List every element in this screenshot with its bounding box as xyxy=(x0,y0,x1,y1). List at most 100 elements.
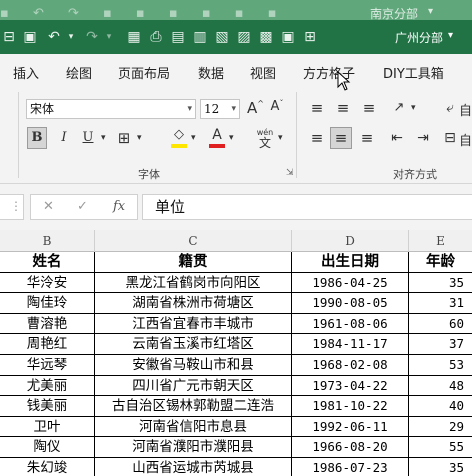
cell-origin[interactable]: 山西省运城市芮城县 xyxy=(95,458,292,476)
cell-age[interactable]: 35 xyxy=(409,458,472,476)
align-left-icon[interactable]: ≡ xyxy=(306,127,328,149)
column-header-d[interactable]: D xyxy=(292,230,409,252)
cell-name[interactable]: 朱幻竣 xyxy=(0,458,95,476)
cell-birthdate[interactable]: 1968-02-08 xyxy=(292,355,409,376)
font-color-dropdown-icon[interactable]: ▾ xyxy=(228,132,235,144)
italic-button[interactable]: I xyxy=(54,127,74,149)
decrease-indent-icon[interactable]: ⇤ xyxy=(386,127,408,149)
qat-table-icon[interactable]: ▦ xyxy=(126,28,142,46)
cell-name[interactable]: 卫叶 xyxy=(0,416,95,438)
font-color-button[interactable]: A xyxy=(208,126,226,150)
account-label[interactable]: 广州分部 xyxy=(395,29,443,46)
wrap-text-icon[interactable]: ⤶ xyxy=(442,97,458,119)
redo-icon[interactable]: ↷ xyxy=(82,28,102,46)
cell-birthdate[interactable]: 1981-10-22 xyxy=(292,396,409,417)
cell-origin[interactable]: 黑龙江省鹤岗市向阳区 xyxy=(95,272,292,294)
resize-handle-icon[interactable]: ⋮ xyxy=(10,199,22,213)
cell-age[interactable]: 53 xyxy=(409,355,472,376)
phonetic-dropdown-icon[interactable]: ▾ xyxy=(277,132,284,144)
tab-data[interactable]: 数据 xyxy=(198,63,224,82)
cell-origin[interactable]: 古自治区锡林郭勒盟二连浩 xyxy=(95,396,292,417)
cell-origin[interactable]: 河南省信阳市息县 xyxy=(95,416,292,438)
column-header-c[interactable]: C xyxy=(95,230,292,252)
tab-insert[interactable]: 插入 xyxy=(13,63,39,82)
cell-name[interactable]: 华远琴 xyxy=(0,355,95,376)
cell-age[interactable]: 60 xyxy=(409,314,472,335)
cell-age[interactable]: 55 xyxy=(409,437,472,458)
undo-dropdown-icon[interactable]: ▾ xyxy=(66,28,76,46)
align-middle-icon[interactable]: ≡ xyxy=(332,97,354,119)
column-header-e[interactable]: E xyxy=(409,230,472,252)
header-age[interactable]: 年龄 xyxy=(409,252,472,273)
header-birthdate[interactable]: 出生日期 xyxy=(292,252,409,273)
shrink-font-button[interactable]: Aˇ xyxy=(268,98,286,118)
orientation-dropdown-icon[interactable]: ▾ xyxy=(410,102,417,114)
align-right-icon[interactable]: ≡ xyxy=(356,127,378,149)
cell-name[interactable]: 陶佳玲 xyxy=(0,293,95,314)
cell-birthdate[interactable]: 1966-08-20 xyxy=(292,437,409,458)
cell-age[interactable]: 35 xyxy=(409,273,472,294)
header-name[interactable]: 姓名 xyxy=(0,252,95,273)
cell-origin[interactable]: 江西省宜春市丰城市 xyxy=(95,313,292,335)
cell-birthdate[interactable]: 1990-08-05 xyxy=(292,293,409,314)
cell-origin[interactable]: 四川省广元市朝天区 xyxy=(95,375,292,397)
align-center-icon[interactable]: ≡ xyxy=(330,127,352,149)
cell-birthdate[interactable]: 1961-08-06 xyxy=(292,313,409,335)
undo-icon[interactable]: ↶ xyxy=(44,28,64,46)
enter-icon[interactable]: ✓ xyxy=(77,199,88,214)
cell-age[interactable]: 48 xyxy=(409,376,472,397)
cell-name[interactable]: 钱美丽 xyxy=(0,396,95,417)
orientation-icon[interactable]: ↗ xyxy=(388,97,410,119)
fill-color-button[interactable]: ◇ xyxy=(170,126,188,150)
fill-dropdown-icon[interactable]: ▾ xyxy=(190,132,197,144)
save-icon[interactable]: ▣ xyxy=(22,28,38,46)
merge-center-label-partial[interactable]: 自 xyxy=(458,129,472,150)
qat-form-icon[interactable]: ▣ xyxy=(280,28,296,46)
increase-indent-icon[interactable]: ⇥ xyxy=(412,127,434,149)
qat-clipboard-icon[interactable]: ▥ xyxy=(192,28,208,46)
header-origin[interactable]: 籍贯 xyxy=(95,252,292,273)
cell-age[interactable]: 31 xyxy=(409,293,472,314)
tab-diy-toolbox[interactable]: DIY工具箱 xyxy=(383,63,444,82)
cell-birthdate[interactable]: 1992-06-11 xyxy=(292,416,409,438)
qat-chart-icon[interactable]: ▨ xyxy=(236,28,252,46)
qat-grid-icon[interactable]: ▤ xyxy=(170,28,186,46)
tab-view[interactable]: 视图 xyxy=(250,63,276,82)
tab-page-layout[interactable]: 页面布局 xyxy=(118,63,170,82)
qat-sheet-icon[interactable]: ▧ xyxy=(214,28,230,46)
cell-age[interactable]: 29 xyxy=(409,417,472,438)
bold-button[interactable]: B xyxy=(27,127,47,149)
cell-birthdate[interactable]: 1986-07-23 xyxy=(292,458,409,476)
tab-draw[interactable]: 绘图 xyxy=(66,63,92,82)
cell-name[interactable]: 华泠安 xyxy=(0,272,95,294)
font-dialog-launcher-icon[interactable]: ⇲ xyxy=(286,168,294,178)
account-dropdown-icon[interactable]: ▾ xyxy=(448,30,453,41)
wrap-text-label[interactable]: 自 xyxy=(458,99,472,120)
qat-print-icon[interactable]: ⎙ xyxy=(148,28,164,46)
cell-name[interactable]: 尤美丽 xyxy=(0,375,95,397)
insert-function-icon[interactable]: fx xyxy=(113,199,125,214)
cell-birthdate[interactable]: 1984-11-17 xyxy=(292,334,409,355)
cancel-icon[interactable]: ✕ xyxy=(43,199,54,214)
cell-name[interactable]: 曹溶艳 xyxy=(0,313,95,335)
qat-filter-icon[interactable]: ▩ xyxy=(258,28,274,46)
cell-name[interactable]: 周艳红 xyxy=(0,334,95,355)
cell-birthdate[interactable]: 1973-04-22 xyxy=(292,375,409,397)
cell-origin[interactable]: 湖南省株洲市荷塘区 xyxy=(95,293,292,314)
formula-input[interactable]: 单位 xyxy=(142,194,472,220)
cell-origin[interactable]: 河南省濮阳市濮阳县 xyxy=(95,437,292,458)
cell-origin[interactable]: 云南省玉溪市红塔区 xyxy=(95,334,292,355)
font-size-select[interactable]: 12 ▾ xyxy=(200,99,240,119)
cell-age[interactable]: 37 xyxy=(409,334,472,355)
phonetic-button[interactable]: wén 文 xyxy=(254,127,276,151)
cell-birthdate[interactable]: 1986-04-25 xyxy=(292,272,409,294)
borders-dropdown-icon[interactable]: ▾ xyxy=(136,132,143,144)
align-bottom-icon[interactable]: ≡ xyxy=(358,97,380,119)
cell-name[interactable]: 陶仪 xyxy=(0,437,95,458)
cell-origin[interactable]: 安徽省马鞍山市和县 xyxy=(95,355,292,376)
column-header-b[interactable]: B xyxy=(0,230,95,252)
cell-age[interactable]: 40 xyxy=(409,396,472,417)
qat-more-icon[interactable]: ⊞ xyxy=(302,28,318,46)
borders-icon[interactable]: ⊞ xyxy=(114,127,134,149)
redo-dropdown-icon[interactable]: ▾ xyxy=(104,28,114,46)
